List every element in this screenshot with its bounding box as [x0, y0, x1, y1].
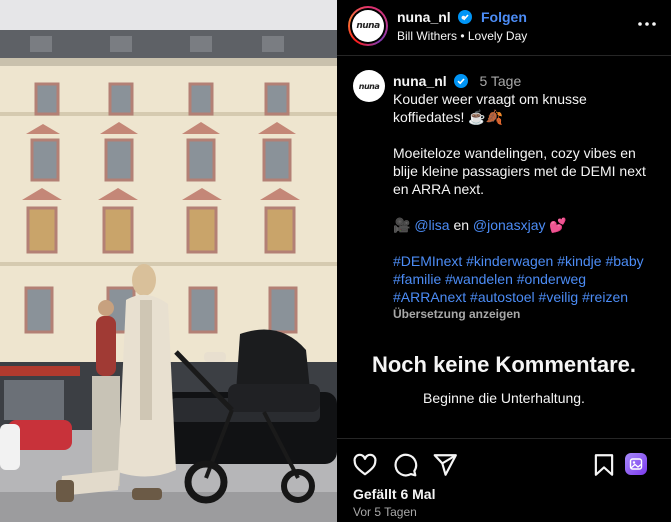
- heart-icon[interactable]: [352, 452, 378, 478]
- caption-credits: 🎥 @lisa en @jonasxjay 💕: [393, 216, 661, 234]
- audio-track-link[interactable]: Bill Withers • Lovely Day: [397, 29, 527, 43]
- bookmark-icon[interactable]: [591, 452, 617, 478]
- comment-icon[interactable]: [392, 452, 418, 478]
- follow-button[interactable]: Folgen: [481, 9, 527, 25]
- no-comments-subtitle: Beginne die Unterhaltung.: [423, 390, 585, 406]
- hearts-emoji: 💕: [549, 217, 567, 233]
- caption-avatar[interactable]: nuna: [353, 70, 385, 102]
- image-collection-icon: [629, 458, 643, 470]
- post-date[interactable]: Vor 5 Tagen: [353, 505, 417, 519]
- header-username-text: nuna_nl: [397, 9, 451, 25]
- mention-jonasxjay[interactable]: @jonasxjay: [473, 217, 546, 233]
- mention-lisa[interactable]: @lisa: [414, 217, 449, 233]
- post-header: nuna nuna_nl • Folgen Bill Withers • Lov…: [337, 0, 671, 56]
- video-camera-emoji: 🎥: [393, 217, 411, 233]
- caption-line-1: Kouder weer vraagt om knusse koffiedates…: [393, 91, 587, 125]
- no-comments-title: Noch keine Kommentare.: [371, 352, 637, 377]
- brand-logo: nuna: [356, 21, 380, 31]
- post-side-panel: nuna nuna_nl • Folgen Bill Withers • Lov…: [337, 0, 671, 522]
- post-photo[interactable]: [0, 0, 337, 522]
- caption-verified-badge-icon: [453, 74, 468, 88]
- share-icon[interactable]: [432, 452, 458, 478]
- story-ring[interactable]: nuna: [348, 6, 388, 46]
- caption-username[interactable]: nuna_nl: [393, 73, 447, 89]
- header-separator: •: [461, 9, 466, 25]
- action-bar: Gefällt 6 Mal Vor 5 Tagen: [337, 438, 671, 522]
- likes-count[interactable]: Gefällt 6 Mal: [353, 486, 435, 502]
- caption-brand-logo: nuna: [358, 81, 380, 91]
- caption-hashtags[interactable]: #DEMInext #kinderwagen #kindje #baby #fa…: [393, 252, 661, 306]
- credit-and-text: en: [453, 217, 470, 233]
- street-scene-image: [0, 0, 337, 522]
- saved-collection-icon[interactable]: [625, 453, 647, 475]
- caption: nuna_nl 5 Tage Kouder weer vraagt om knu…: [393, 72, 661, 322]
- see-translation-link[interactable]: Übersetzung anzeigen: [393, 306, 661, 322]
- caption-line-2: Moeiteloze wandelingen, cozy vibes en bl…: [393, 145, 646, 197]
- header-avatar[interactable]: nuna: [352, 10, 384, 42]
- more-options-icon[interactable]: [635, 12, 659, 36]
- caption-timestamp[interactable]: 5 Tage: [479, 73, 521, 89]
